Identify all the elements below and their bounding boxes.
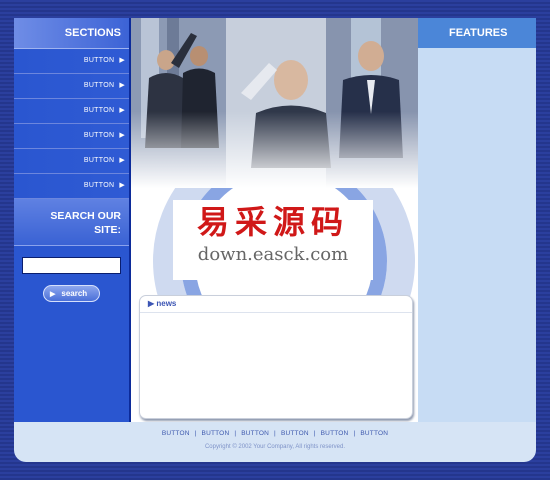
business-people-photo — [131, 18, 418, 188]
play-arrow-icon: ▶ — [119, 132, 125, 139]
watermark-chinese: 易采源码 — [196, 203, 349, 241]
search-title-line2: SITE: — [94, 224, 121, 236]
sidebar-item-label: BUTTON — [83, 132, 115, 139]
sidebar: SECTIONS BUTTON ▶ BUTTON ▶ BUTTON ▶ BUTTON ▶… — [14, 18, 129, 422]
footer-separator: | — [274, 430, 276, 437]
footer-link[interactable]: BUTTON — [202, 430, 230, 437]
sidebar-item-label: BUTTON — [83, 107, 115, 114]
play-arrow-icon: ▶ — [119, 107, 125, 114]
sidebar-item-3[interactable]: BUTTON ▶ — [14, 99, 129, 124]
photo-illustration — [131, 18, 418, 188]
main-content: 易采源码 down.easck.com ▶ news — [131, 18, 418, 422]
footer-link[interactable]: BUTTON — [162, 430, 190, 437]
news-panel: ▶ news — [139, 295, 413, 419]
footer-separator: | — [313, 430, 316, 437]
search-button-label: search — [61, 289, 88, 298]
search-title: SEARCH OUR SITE: — [14, 199, 129, 246]
footer-separator: | — [353, 430, 356, 437]
play-arrow-icon: ▶ — [119, 57, 125, 64]
sidebar-item-6[interactable]: BUTTON ▶ — [14, 174, 129, 199]
footer: BUTTON | BUTTON | BUTTON | BUTTON | BUTTON | BUTTO… — [14, 422, 536, 462]
sidebar-item-5[interactable]: BUTTON ▶ — [14, 149, 129, 174]
play-arrow-icon: ▶ — [119, 157, 125, 164]
sidebar-item-label: BUTTON — [83, 157, 115, 164]
footer-link[interactable]: BUTTON — [241, 430, 269, 437]
footer-separator: | — [234, 430, 237, 437]
footer-separator: | — [194, 430, 197, 437]
footer-link[interactable]: BUTTON — [321, 430, 349, 437]
search-button[interactable]: ▶ search — [43, 285, 100, 302]
search-input[interactable] — [22, 257, 121, 274]
sidebar-item-label: BUTTON — [83, 82, 115, 89]
footer-link[interactable]: BUTTON — [360, 430, 388, 437]
play-arrow-icon: ▶ — [119, 182, 125, 189]
news-title: news — [156, 299, 177, 308]
play-icon: ▶ — [50, 291, 56, 298]
sidebar-item-2[interactable]: BUTTON ▶ — [14, 74, 129, 99]
footer-links: BUTTON | BUTTON | BUTTON | BUTTON | BUTTON | BUTTO… — [14, 422, 536, 437]
page-frame: SECTIONS BUTTON ▶ BUTTON ▶ BUTTON ▶ BUTTON ▶… — [14, 18, 536, 462]
footer-link[interactable]: BUTTON — [281, 430, 309, 437]
sidebar-item-label: BUTTON — [83, 57, 115, 64]
sidebar-item-4[interactable]: BUTTON ▶ — [14, 124, 129, 149]
features-title: FEATURES — [418, 18, 536, 48]
watermark: 易采源码 down.easck.com — [173, 200, 373, 280]
sidebar-item-1[interactable]: BUTTON ▶ — [14, 49, 129, 74]
watermark-url: down.easck.com — [197, 244, 349, 265]
sidebar-item-label: BUTTON — [83, 182, 115, 189]
sidebar-title: SECTIONS — [14, 18, 129, 49]
features-panel: FEATURES — [418, 18, 536, 422]
search-title-line1: SEARCH OUR — [50, 210, 121, 222]
play-arrow-icon: ▶ — [119, 82, 125, 89]
copyright-text: Copyright © 2002 Your Company, All right… — [204, 444, 346, 450]
news-header: ▶ news — [140, 296, 412, 313]
